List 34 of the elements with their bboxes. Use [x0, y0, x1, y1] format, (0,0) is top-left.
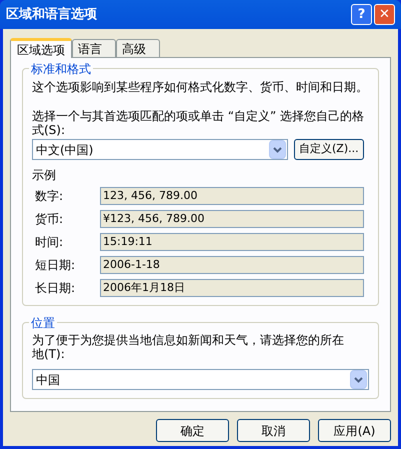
group-title: 标准和格式 [29, 60, 93, 78]
example-field: ¥123, 456, 789.00 [100, 210, 364, 228]
location-dropdown[interactable]: 中国 [32, 369, 369, 390]
tab[interactable]: 语言 [72, 39, 116, 57]
tab[interactable]: 高级 [116, 39, 160, 57]
example-field: 123, 456, 789.00 [100, 187, 364, 205]
example-label: 货币: [34, 211, 64, 228]
group-title: 位置 [29, 314, 57, 332]
customize-button[interactable]: 自定义(Z)... [294, 139, 364, 160]
examples-title: 示例 [32, 167, 56, 184]
dialog-button[interactable]: 取消 [237, 419, 310, 442]
dialog-button[interactable]: 应用(A) [318, 419, 391, 442]
location-prompt: 为了便于为您提供当地信息如新闻和天气，请选择您的所在地(T): [32, 333, 345, 361]
help-button[interactable]: ? [351, 4, 372, 25]
prompt-text: 选择一个与其首选项匹配的项或单击 “自定义” 选择您自己的格式(S): [32, 109, 366, 137]
example-field: 2006-1-18 [100, 256, 364, 274]
example-field: 15:19:11 [100, 233, 364, 251]
format-dropdown[interactable]: 中文(中国) [32, 139, 288, 160]
close-button[interactable]: ✕ [374, 4, 395, 25]
tab[interactable]: 区域选项 [10, 38, 72, 58]
dropdown-value: 中文(中国) [36, 142, 94, 158]
example-label: 长日期: [34, 280, 76, 297]
chevron-down-icon [354, 376, 363, 382]
dialog-button[interactable]: 确定 [156, 419, 229, 442]
example-label: 短日期: [34, 257, 76, 274]
chevron-down-icon [273, 146, 282, 152]
dropdown-value: 中国 [36, 372, 60, 388]
example-label: 数字: [34, 188, 64, 205]
dropdown-arrow-button[interactable] [350, 370, 367, 389]
example-field: 2006年1月18日 [100, 279, 364, 297]
description-text: 这个选项影响到某些程序如何格式化数字、货币、时间和日期。 [32, 79, 369, 95]
dropdown-arrow-button[interactable] [269, 140, 286, 159]
window-title: 区域和语言选项 [6, 6, 97, 24]
example-label: 时间: [34, 234, 64, 251]
